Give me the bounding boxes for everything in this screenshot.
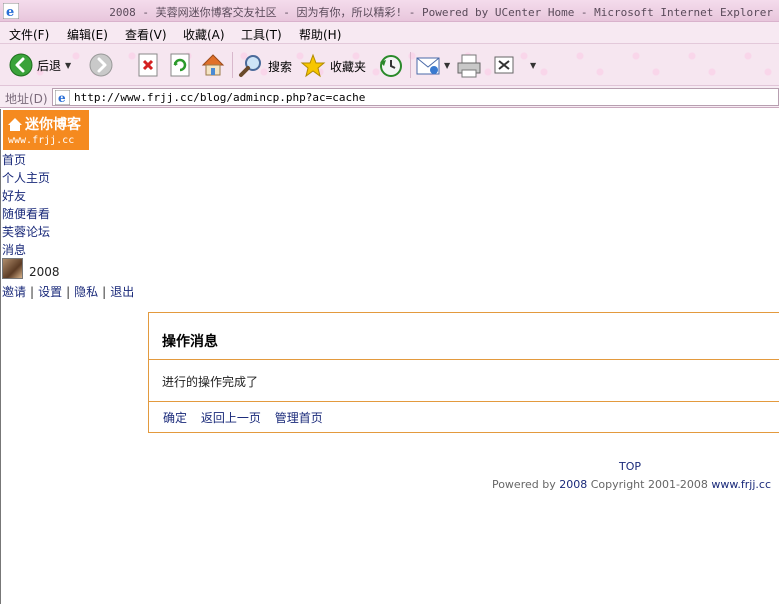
- star-icon: [300, 53, 326, 78]
- favorites-button[interactable]: 收藏夹: [300, 53, 366, 79]
- site-logo[interactable]: 迷你博客 www.frjj.cc: [3, 110, 89, 150]
- menu-help[interactable]: 帮助(H): [299, 26, 341, 43]
- settings-link[interactable]: 设置: [38, 285, 62, 299]
- home-icon: [201, 54, 225, 76]
- nav-item-friends[interactable]: 好友: [2, 187, 50, 205]
- menu-file[interactable]: 文件(F): [9, 26, 49, 43]
- toolbar: 后退 ▼ 搜索 收藏夹 ▼ ▼: [0, 44, 779, 86]
- user-info: 2008: [2, 258, 60, 279]
- user-links: 邀请 | 设置 | 隐私 | 退出: [2, 283, 134, 300]
- mail-icon: [416, 57, 440, 75]
- menu-bar: 文件(F) 编辑(E) 查看(V) 收藏(A) 工具(T) 帮助(H): [0, 22, 779, 44]
- edit-button[interactable]: ▼: [494, 55, 536, 75]
- main-nav: 首页 个人主页 好友 随便看看 芙蓉论坛 消息: [2, 151, 50, 259]
- logo-title: 迷你博客: [25, 117, 81, 133]
- footer: Powered by 2008 Copyright 2001-2008 www.…: [492, 478, 771, 491]
- link-separator: |: [30, 285, 35, 299]
- forward-arrow-icon: [89, 53, 113, 77]
- nav-item-messages[interactable]: 消息: [2, 241, 50, 259]
- page-icon: e: [55, 90, 70, 105]
- back-link[interactable]: 返回上一页: [201, 411, 261, 425]
- logout-link[interactable]: 退出: [110, 285, 134, 299]
- edit-dropdown-icon[interactable]: ▼: [530, 61, 536, 70]
- refresh-icon: [170, 53, 190, 77]
- address-bar: 地址(D) e http://www.frjj.cc/blog/admincp.…: [0, 86, 779, 108]
- message-body: 进行的操作完成了: [162, 375, 259, 389]
- powered-by-link[interactable]: 2008: [559, 478, 587, 491]
- nav-item-profile[interactable]: 个人主页: [2, 169, 50, 187]
- menu-view[interactable]: 查看(V): [125, 26, 167, 43]
- message-title: 操作消息: [162, 334, 218, 350]
- svg-text:e: e: [58, 91, 66, 105]
- printer-icon: [457, 54, 481, 78]
- search-button[interactable]: 搜索: [238, 53, 292, 79]
- favorites-label: 收藏夹: [330, 59, 367, 74]
- back-arrow-icon: [9, 53, 33, 77]
- link-separator: |: [102, 285, 107, 299]
- message-divider: [149, 401, 779, 402]
- top-link[interactable]: TOP: [619, 460, 641, 473]
- admin-home-link[interactable]: 管理首页: [275, 411, 323, 425]
- confirm-link[interactable]: 确定: [163, 411, 187, 425]
- stop-icon: [138, 53, 158, 77]
- back-label: 后退: [37, 58, 62, 73]
- back-button[interactable]: 后退 ▼: [9, 53, 71, 77]
- mail-button[interactable]: ▼: [416, 54, 450, 76]
- home-icon: [8, 117, 22, 131]
- toolbar-separator: [232, 52, 233, 78]
- history-clock-icon: [380, 55, 402, 77]
- mail-dropdown-icon[interactable]: ▼: [444, 61, 450, 70]
- forward-button[interactable]: [89, 53, 113, 77]
- nav-item-home[interactable]: 首页: [2, 151, 50, 169]
- powered-by-text: Powered by: [491, 478, 556, 491]
- toolbar-separator: [410, 52, 411, 78]
- invite-link[interactable]: 邀请: [2, 285, 26, 299]
- history-button[interactable]: [377, 53, 403, 79]
- logo-subtitle: www.frjj.cc: [8, 135, 75, 146]
- address-label: 地址(D): [5, 92, 48, 106]
- menu-tools[interactable]: 工具(T): [241, 26, 282, 43]
- refresh-button[interactable]: [169, 53, 191, 77]
- title-bar: e 2008 - 芙蓉网迷你博客交友社区 - 因为有你，所以精彩! - Powe…: [0, 0, 779, 22]
- svg-text:e: e: [6, 5, 14, 19]
- page-content: 迷你博客 www.frjj.cc 首页 个人主页 好友 随便看看 芙蓉论坛 消息…: [0, 109, 779, 604]
- address-input[interactable]: e http://www.frjj.cc/blog/admincp.php?ac…: [52, 88, 779, 106]
- privacy-link[interactable]: 隐私: [74, 285, 98, 299]
- stop-button[interactable]: [137, 53, 159, 77]
- message-divider: [149, 359, 779, 360]
- logo-main: 迷你博客: [7, 114, 81, 134]
- search-icon: [239, 55, 261, 77]
- print-button[interactable]: [456, 53, 482, 79]
- link-separator: |: [66, 285, 71, 299]
- nav-item-forum[interactable]: 芙蓉论坛: [2, 223, 50, 241]
- address-url: http://www.frjj.cc/blog/admincp.php?ac=c…: [74, 91, 366, 104]
- message-actions: 确定 返回上一页 管理首页: [163, 409, 333, 426]
- back-dropdown-icon[interactable]: ▼: [65, 61, 71, 70]
- ie-icon: e: [3, 3, 19, 19]
- avatar[interactable]: [2, 258, 23, 279]
- nav-item-browse[interactable]: 随便看看: [2, 205, 50, 223]
- edit-document-icon: [494, 56, 514, 74]
- username[interactable]: 2008: [29, 265, 60, 279]
- menu-edit[interactable]: 编辑(E): [67, 26, 108, 43]
- window-title: 2008 - 芙蓉网迷你博客交友社区 - 因为有你，所以精彩! - Powere…: [109, 6, 773, 19]
- copyright-text: Copyright 2001-2008: [590, 478, 708, 491]
- message-box: 操作消息 进行的操作完成了 确定 返回上一页 管理首页: [148, 312, 779, 433]
- search-label: 搜索: [268, 59, 293, 74]
- home-button[interactable]: [200, 52, 226, 78]
- site-link[interactable]: www.frjj.cc: [711, 478, 771, 491]
- menu-favorites[interactable]: 收藏(A): [183, 26, 225, 43]
